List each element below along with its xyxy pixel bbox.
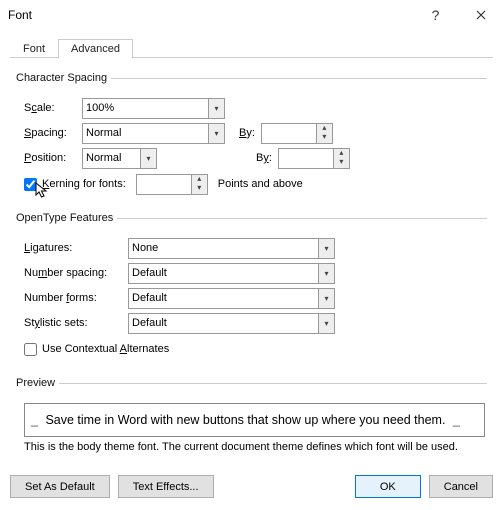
ligatures-input[interactable]	[128, 238, 318, 259]
legend-preview: Preview	[16, 377, 59, 389]
spin-spacing-by[interactable]: ▴▾	[261, 123, 333, 144]
combo-ligatures[interactable]: ▾	[128, 238, 335, 259]
set-as-default-button[interactable]: Set As Default	[10, 475, 110, 498]
legend-opentype: OpenType Features	[16, 212, 117, 224]
preview-note: This is the body theme font. The current…	[24, 441, 485, 453]
spinner-buttons[interactable]: ▴▾	[316, 123, 333, 144]
spinner-buttons[interactable]: ▴▾	[333, 148, 350, 169]
preview-text: Save time in Word with new buttons that …	[45, 413, 445, 427]
tab-font[interactable]: Font	[10, 39, 58, 58]
titlebar: Font ?	[0, 0, 503, 30]
scale-input[interactable]	[82, 98, 208, 119]
font-dialog: Font ? Font Advanced Character Spacing S…	[0, 0, 503, 510]
window-title: Font	[8, 8, 32, 22]
label-number-forms: Number forms:	[24, 292, 128, 304]
stylistic-sets-input[interactable]	[128, 313, 318, 334]
close-icon	[476, 10, 486, 20]
label-position-by: By:	[256, 152, 272, 164]
label-kerning-suffix: Points and above	[218, 178, 303, 190]
spin-position-by[interactable]: ▴▾	[278, 148, 350, 169]
chevron-down-icon[interactable]: ▾	[318, 288, 335, 309]
close-button[interactable]	[458, 0, 503, 30]
label-spacing-by: By:	[239, 127, 255, 139]
chevron-down-icon[interactable]: ▾	[339, 158, 343, 167]
chevron-down-icon[interactable]: ▾	[318, 263, 335, 284]
label-kerning: Kerning for fonts:	[42, 178, 126, 190]
label-contextual-alternates: Use Contextual Alternates	[42, 343, 169, 355]
combo-scale[interactable]: ▾	[82, 98, 225, 119]
group-preview: Preview Save time in Word with new butto…	[16, 377, 487, 455]
tab-strip: Font Advanced	[10, 36, 493, 58]
text-effects-button[interactable]: Text Effects...	[118, 475, 214, 498]
spin-kerning[interactable]: ▴▾	[136, 174, 208, 195]
number-forms-input[interactable]	[128, 288, 318, 309]
spacing-by-input[interactable]	[261, 123, 316, 144]
group-opentype: OpenType Features Ligatures: ▾ Number sp…	[16, 212, 487, 365]
position-by-input[interactable]	[278, 148, 333, 169]
help-button[interactable]: ?	[413, 0, 458, 30]
chevron-down-icon[interactable]: ▾	[197, 184, 201, 193]
tab-body: Character Spacing Scale: ▾ Spacing: ▾ By…	[10, 58, 493, 465]
preview-box: Save time in Word with new buttons that …	[24, 403, 485, 437]
combo-number-spacing[interactable]: ▾	[128, 263, 335, 284]
spacing-input[interactable]	[82, 123, 208, 144]
label-scale: Scale:	[24, 102, 82, 114]
position-input[interactable]	[82, 148, 140, 169]
cancel-button[interactable]: Cancel	[429, 475, 493, 498]
chevron-down-icon[interactable]: ▾	[208, 98, 225, 119]
combo-stylistic-sets[interactable]: ▾	[128, 313, 335, 334]
tab-advanced[interactable]: Advanced	[58, 39, 133, 59]
group-character-spacing: Character Spacing Scale: ▾ Spacing: ▾ By…	[16, 72, 487, 200]
chevron-down-icon[interactable]: ▾	[140, 148, 157, 169]
legend-character-spacing: Character Spacing	[16, 72, 111, 84]
label-stylistic-sets: Stylistic sets:	[24, 317, 128, 329]
checkbox-kerning[interactable]	[24, 178, 37, 191]
label-position: Position:	[24, 152, 82, 164]
chevron-down-icon[interactable]: ▾	[318, 313, 335, 334]
label-number-spacing: Number spacing:	[24, 267, 128, 279]
dialog-footer: Set As Default Text Effects... OK Cancel	[0, 465, 503, 510]
number-spacing-input[interactable]	[128, 263, 318, 284]
client-area: Font Advanced Character Spacing Scale: ▾…	[0, 30, 503, 465]
chevron-down-icon[interactable]: ▾	[322, 133, 326, 142]
label-spacing: Spacing:	[24, 127, 82, 139]
kerning-input[interactable]	[136, 174, 191, 195]
chevron-down-icon[interactable]: ▾	[318, 238, 335, 259]
ok-button[interactable]: OK	[355, 475, 421, 498]
chevron-down-icon[interactable]: ▾	[208, 123, 225, 144]
label-ligatures: Ligatures:	[24, 242, 128, 254]
combo-position[interactable]: ▾	[82, 148, 157, 169]
combo-number-forms[interactable]: ▾	[128, 288, 335, 309]
combo-spacing[interactable]: ▾	[82, 123, 225, 144]
spinner-buttons[interactable]: ▴▾	[191, 174, 208, 195]
checkbox-contextual-alternates[interactable]	[24, 343, 37, 356]
